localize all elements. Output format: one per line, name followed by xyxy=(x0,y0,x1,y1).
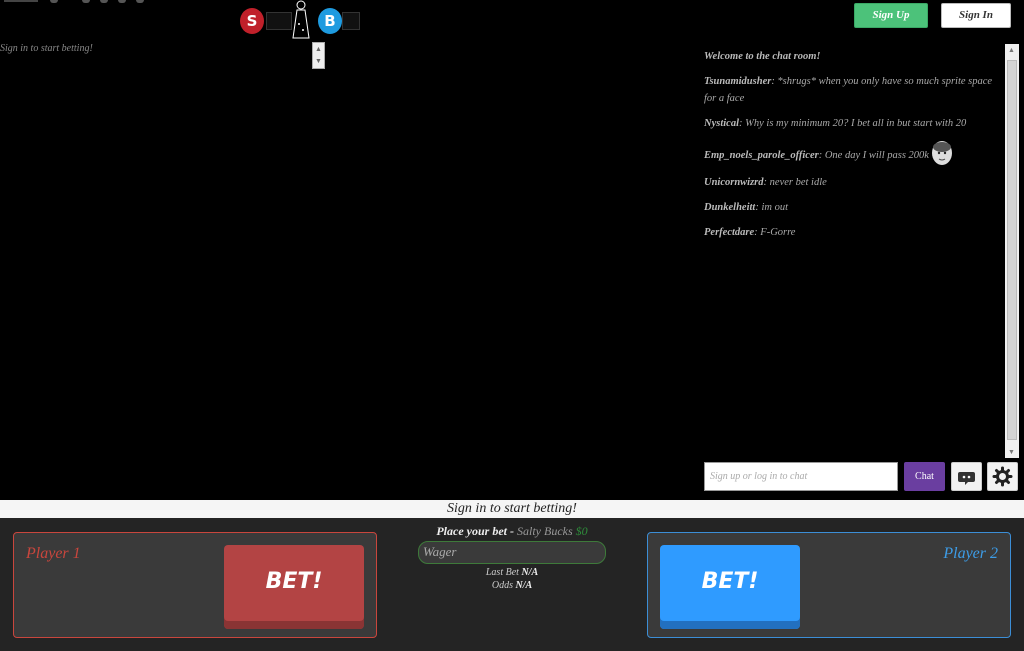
settings-button[interactable] xyxy=(987,462,1018,491)
decoration-dot xyxy=(50,0,58,3)
balance-value: $0 xyxy=(575,524,588,538)
decoration-bar xyxy=(4,0,38,2)
chat-username[interactable]: Perfectdare xyxy=(704,227,754,238)
chat-scrollbar[interactable]: ▲ ▼ xyxy=(1005,44,1019,458)
player2-name: Player 2 xyxy=(943,545,998,562)
decoration-dot xyxy=(136,0,144,3)
emote-icon xyxy=(958,472,975,485)
scroll-up-icon[interactable]: ▲ xyxy=(313,43,324,55)
decoration-dot xyxy=(118,0,126,3)
chat-text: : F-Gorre xyxy=(754,227,796,238)
scroll-down-icon[interactable]: ▼ xyxy=(1008,448,1015,456)
chat-message: Emp_noels_parole_officer: One day I will… xyxy=(700,136,1004,170)
site-logo[interactable]: S B xyxy=(238,0,362,40)
bet-bar: Player 1 BET! Place your bet - Salty Buc… xyxy=(0,518,1024,651)
wager-input[interactable]: Wager xyxy=(418,541,606,564)
scroll-up-icon[interactable]: ▲ xyxy=(1008,46,1015,54)
player2-panel: BET! Player 2 xyxy=(647,532,1011,638)
top-bar: S B Sign Up Sign In xyxy=(0,0,1024,40)
chat-username[interactable]: Dunkelheitt xyxy=(704,202,755,213)
chat-message: Nystical: Why is my minimum 20? I bet al… xyxy=(700,111,1004,136)
logo-s-badge: S xyxy=(240,8,264,34)
logo-b-badge: B xyxy=(318,8,342,34)
stream-mini-scrollbar[interactable]: ▲ ▼ xyxy=(312,42,325,69)
scroll-down-icon[interactable]: ▼ xyxy=(313,55,324,67)
chat-username[interactable]: Tsunamidusher xyxy=(704,76,771,87)
gear-icon xyxy=(992,466,1013,487)
chat-input[interactable]: Sign up or log in to chat xyxy=(704,462,898,491)
bet-player1-button[interactable]: BET! xyxy=(224,545,364,629)
chat-log: Welcome to the chat room! Tsunamidusher:… xyxy=(700,44,1004,452)
last-bet-value: N/A xyxy=(521,567,539,578)
chat-username[interactable]: Emp_noels_parole_officer xyxy=(704,150,819,161)
chat-username[interactable]: Unicornwizrd xyxy=(704,177,764,188)
decoration-dot xyxy=(100,0,108,3)
logo-block xyxy=(342,12,360,30)
currency-label: Salty Bucks xyxy=(517,524,573,538)
place-bet-line: Place your bet - Salty Bucks $0 xyxy=(410,524,614,539)
stream-signin-note: Sign in to start betting! xyxy=(0,43,93,54)
chat-text: : never bet idle xyxy=(763,177,827,188)
sign-up-button[interactable]: Sign Up xyxy=(854,3,928,28)
chat-welcome: Welcome to the chat room! xyxy=(704,51,821,62)
chat-text: : One day I will pass 200k xyxy=(818,150,929,161)
chat-message: Perfectdare: F-Gorre xyxy=(700,220,1004,245)
odds-label: Odds xyxy=(491,580,516,591)
chat-message: Dunkelheitt: im out xyxy=(700,195,1004,220)
odds-value: N/A xyxy=(515,580,533,591)
bet-player2-button[interactable]: BET! xyxy=(660,545,800,629)
emote-button[interactable] xyxy=(951,462,982,491)
odds-line: Odds N/A xyxy=(410,579,614,592)
decoration-dot xyxy=(82,0,90,3)
wager-panel: Place your bet - Salty Bucks $0 Wager La… xyxy=(410,524,614,604)
chat-send-button[interactable]: Chat xyxy=(904,462,945,491)
chat-message: Unicornwizrd: never bet idle xyxy=(700,170,1004,195)
place-bet-label: Place your bet - xyxy=(436,524,517,538)
last-bet-line: Last Bet N/A xyxy=(410,566,614,579)
chat-text: : im out xyxy=(755,202,789,213)
face-emote-icon xyxy=(931,141,952,165)
betting-status: Sign in to start betting! xyxy=(0,500,1024,518)
last-bet-label: Last Bet xyxy=(485,567,522,578)
top-left-decoration xyxy=(0,0,160,4)
scrollbar-thumb[interactable] xyxy=(1007,60,1017,440)
chat-message: Tsunamidusher: *shrugs* when you only ha… xyxy=(700,69,1004,111)
chat-username[interactable]: Nystical xyxy=(704,118,739,129)
logo-block xyxy=(266,12,292,30)
logo-salt-shaker-icon xyxy=(292,0,310,39)
player1-panel: Player 1 BET! xyxy=(13,532,377,638)
chat-text: : Why is my minimum 20? I bet all in but… xyxy=(739,118,967,129)
player1-name: Player 1 xyxy=(26,545,81,562)
sign-in-button[interactable]: Sign In xyxy=(941,3,1011,28)
